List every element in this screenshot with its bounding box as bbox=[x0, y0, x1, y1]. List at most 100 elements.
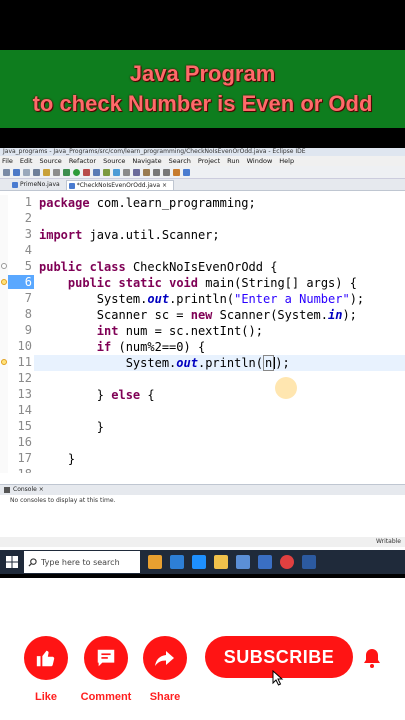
comment-button[interactable]: Comment bbox=[81, 636, 131, 703]
search-icon[interactable] bbox=[133, 168, 140, 176]
new-class-icon[interactable] bbox=[113, 168, 120, 176]
banner-title-line-2: to check Number is Even or Odd bbox=[32, 91, 373, 116]
menu-search[interactable]: Search bbox=[169, 156, 191, 166]
menu-source-2[interactable]: Source bbox=[103, 156, 125, 166]
code-text: .println( bbox=[197, 356, 263, 370]
code-line-8: Scanner sc = new Scanner(System.in); bbox=[39, 307, 357, 323]
external-tools-icon[interactable] bbox=[83, 168, 90, 176]
task-view-icon[interactable] bbox=[170, 555, 184, 569]
open-type-icon[interactable] bbox=[123, 168, 130, 176]
print-icon[interactable] bbox=[33, 168, 40, 176]
editor-tabs: PrimeNo.java *CheckNoIsEvenOrOdd.java × bbox=[0, 179, 405, 191]
close-icon[interactable]: × bbox=[39, 486, 44, 493]
line-number: 9 bbox=[24, 323, 32, 337]
debug-icon[interactable] bbox=[63, 168, 70, 176]
code-text: java.util.Scanner; bbox=[82, 228, 220, 242]
code-line-3: import java.util.Scanner; bbox=[39, 227, 220, 243]
annotation-icon[interactable] bbox=[143, 168, 150, 176]
code-line-9: int num = sc.nextInt(); bbox=[39, 323, 263, 339]
field: out bbox=[176, 356, 198, 370]
menu-help[interactable]: Help bbox=[279, 156, 294, 166]
code-line-7: System.out.println("Enter a Number"); bbox=[39, 291, 364, 307]
tab-checknoisevenorodd[interactable]: *CheckNoIsEvenOrOdd.java × bbox=[65, 180, 175, 190]
store-icon[interactable] bbox=[236, 555, 250, 569]
terminal-icon[interactable] bbox=[53, 168, 60, 176]
keyword: static bbox=[118, 276, 162, 290]
chrome-icon[interactable] bbox=[280, 555, 294, 569]
code-text: main(String[] args) { bbox=[198, 276, 357, 290]
console-tab[interactable]: Console × bbox=[0, 485, 405, 495]
code-editor[interactable]: 1 2 3 4 5 6 7 8 9 10 11 12 13 14 15 16 1… bbox=[0, 195, 405, 473]
new-file-icon[interactable] bbox=[3, 168, 10, 176]
new-package-icon[interactable] bbox=[103, 168, 110, 176]
save-icon[interactable] bbox=[13, 168, 20, 176]
field: in bbox=[328, 308, 343, 322]
mail-icon[interactable] bbox=[258, 555, 272, 569]
bell-icon[interactable] bbox=[360, 646, 384, 670]
menu-refactor[interactable]: Refactor bbox=[69, 156, 96, 166]
menu-edit[interactable]: Edit bbox=[20, 156, 33, 166]
line-number: 2 bbox=[24, 211, 32, 225]
mouse-click-indicator bbox=[275, 377, 297, 399]
code-text: { bbox=[140, 388, 155, 402]
top-letterbox bbox=[0, 0, 405, 50]
code-line-11-current: System.out.println(n); bbox=[34, 355, 405, 371]
line-number: 18 bbox=[8, 467, 34, 473]
banner-title-line-1: Java Program bbox=[129, 61, 276, 86]
menu-run[interactable]: Run bbox=[227, 156, 239, 166]
code-text: System. bbox=[96, 292, 148, 306]
line-number: 15 bbox=[17, 419, 32, 433]
like-button[interactable]: Like bbox=[24, 636, 68, 703]
menu-project[interactable]: Project bbox=[198, 156, 220, 166]
menu-navigate[interactable]: Navigate bbox=[132, 156, 161, 166]
menu-window[interactable]: Window bbox=[247, 156, 273, 166]
keyword: package bbox=[39, 196, 90, 210]
code-line-17: } bbox=[39, 451, 75, 467]
code-text: ); bbox=[349, 292, 365, 306]
code-text: num = sc.nextInt(); bbox=[118, 324, 263, 338]
warning-icon bbox=[1, 279, 7, 285]
edge-icon[interactable] bbox=[192, 555, 206, 569]
new-java-project-icon[interactable] bbox=[93, 168, 100, 176]
perspective-icon[interactable] bbox=[173, 168, 180, 176]
close-icon[interactable]: × bbox=[162, 182, 167, 189]
line-number: 7 bbox=[24, 291, 32, 305]
eclipse-icon[interactable] bbox=[302, 555, 316, 569]
save-all-icon[interactable] bbox=[23, 168, 30, 176]
taskbar-search-box[interactable]: Type here to search bbox=[24, 551, 140, 573]
line-number: 14 bbox=[17, 403, 32, 417]
menu-file[interactable]: File bbox=[2, 156, 13, 166]
run-icon[interactable] bbox=[73, 168, 80, 176]
share-button[interactable]: Share bbox=[143, 636, 187, 703]
forward-icon[interactable] bbox=[163, 168, 170, 176]
cortana-icon[interactable] bbox=[148, 555, 162, 569]
keyword: new bbox=[190, 308, 213, 322]
keyword: void bbox=[169, 276, 198, 290]
windows-taskbar: Type here to search bbox=[0, 550, 405, 574]
like-circle bbox=[24, 636, 68, 680]
tab-primeno[interactable]: PrimeNo.java bbox=[10, 180, 66, 190]
fold-icon[interactable] bbox=[1, 263, 7, 269]
windows-start-icon[interactable] bbox=[0, 550, 24, 574]
keyword: class bbox=[89, 260, 126, 274]
search-placeholder: Type here to search bbox=[41, 557, 120, 567]
file-explorer-icon[interactable] bbox=[214, 555, 228, 569]
open-folder-icon[interactable] bbox=[43, 168, 50, 176]
menu-source[interactable]: Source bbox=[39, 156, 61, 166]
code-text: ); bbox=[275, 356, 290, 370]
thumbs-up-icon bbox=[36, 650, 55, 667]
status-bar: Writable bbox=[0, 537, 405, 547]
java-perspective-icon[interactable] bbox=[183, 168, 190, 176]
line-number: 11 bbox=[17, 355, 32, 369]
back-icon[interactable] bbox=[153, 168, 160, 176]
line-number: 16 bbox=[17, 435, 32, 449]
code-text: System. bbox=[125, 356, 177, 370]
code-text: } bbox=[96, 388, 112, 402]
line-number-gutter: 1 2 3 4 5 6 7 8 9 10 11 12 13 14 15 16 1… bbox=[8, 195, 34, 473]
